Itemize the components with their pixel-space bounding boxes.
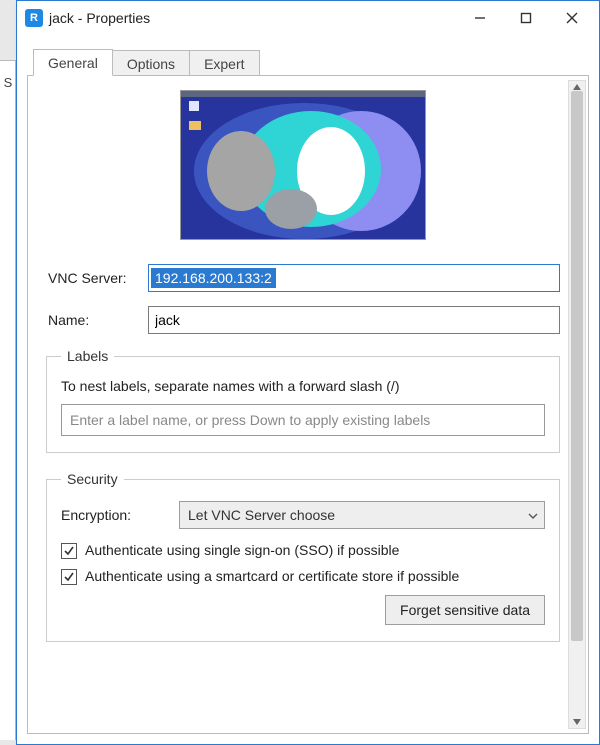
vnc-server-input[interactable]: 192.168.200.133:2: [148, 264, 560, 292]
scroll-down-icon[interactable]: [569, 714, 585, 730]
labels-input[interactable]: [61, 404, 545, 436]
row-vnc-server: VNC Server: 192.168.200.133:2: [46, 264, 560, 292]
chevron-down-icon: [528, 507, 538, 523]
forget-sensitive-data-button[interactable]: Forget sensitive data: [385, 595, 545, 625]
properties-window: R jack - Properties General Options Expe…: [16, 0, 600, 745]
smartcard-checkbox-label: Authenticate using a smartcard or certif…: [85, 567, 545, 585]
preview-image: [181, 91, 426, 240]
close-button[interactable]: [549, 3, 595, 33]
labels-hint: To nest labels, separate names with a fo…: [61, 378, 545, 394]
scrollbar-thumb[interactable]: [571, 91, 583, 641]
maximize-button[interactable]: [503, 3, 549, 33]
titlebar[interactable]: R jack - Properties: [17, 1, 599, 35]
encryption-value: Let VNC Server choose: [188, 507, 335, 523]
tab-general[interactable]: General: [33, 49, 113, 76]
app-icon: R: [25, 9, 43, 27]
vnc-server-label: VNC Server:: [46, 270, 148, 286]
close-icon: [566, 12, 578, 24]
tab-panel-general: VNC Server: 192.168.200.133:2 Name: Labe…: [27, 75, 589, 734]
row-name: Name:: [46, 306, 560, 334]
tab-options[interactable]: Options: [112, 50, 190, 76]
smartcard-checkbox[interactable]: [61, 569, 77, 585]
window-title: jack - Properties: [49, 10, 150, 26]
encryption-dropdown[interactable]: Let VNC Server choose: [179, 501, 545, 529]
name-label: Name:: [46, 312, 148, 328]
row-smartcard-checkbox: Authenticate using a smartcard or certif…: [61, 567, 545, 585]
background-strip: [0, 60, 16, 740]
labels-fieldset: Labels To nest labels, separate names wi…: [46, 348, 560, 453]
maximize-icon: [520, 12, 532, 24]
encryption-label: Encryption:: [61, 507, 179, 523]
tabstrip: General Options Expert: [27, 45, 589, 75]
security-fieldset: Security Encryption: Let VNC Server choo…: [46, 471, 560, 642]
check-icon: [63, 545, 75, 557]
forget-button-row: Forget sensitive data: [61, 595, 545, 625]
security-legend: Security: [61, 471, 124, 487]
labels-legend: Labels: [61, 348, 114, 364]
minimize-button[interactable]: [457, 3, 503, 33]
minimize-icon: [474, 12, 486, 24]
check-icon: [63, 571, 75, 583]
sso-checkbox[interactable]: [61, 543, 77, 559]
panel-inner: VNC Server: 192.168.200.133:2 Name: Labe…: [46, 90, 560, 719]
content-area: General Options Expert: [27, 45, 589, 734]
scrollbar-vertical[interactable]: [568, 80, 586, 729]
sso-checkbox-label: Authenticate using single sign-on (SSO) …: [85, 541, 545, 559]
vnc-server-value: 192.168.200.133:2: [151, 268, 276, 288]
row-encryption: Encryption: Let VNC Server choose: [61, 501, 545, 529]
tab-expert[interactable]: Expert: [189, 50, 259, 76]
remote-preview-thumbnail: [180, 90, 426, 240]
row-sso-checkbox: Authenticate using single sign-on (SSO) …: [61, 541, 545, 559]
name-input[interactable]: [148, 306, 560, 334]
preview-wrap: [46, 90, 560, 240]
